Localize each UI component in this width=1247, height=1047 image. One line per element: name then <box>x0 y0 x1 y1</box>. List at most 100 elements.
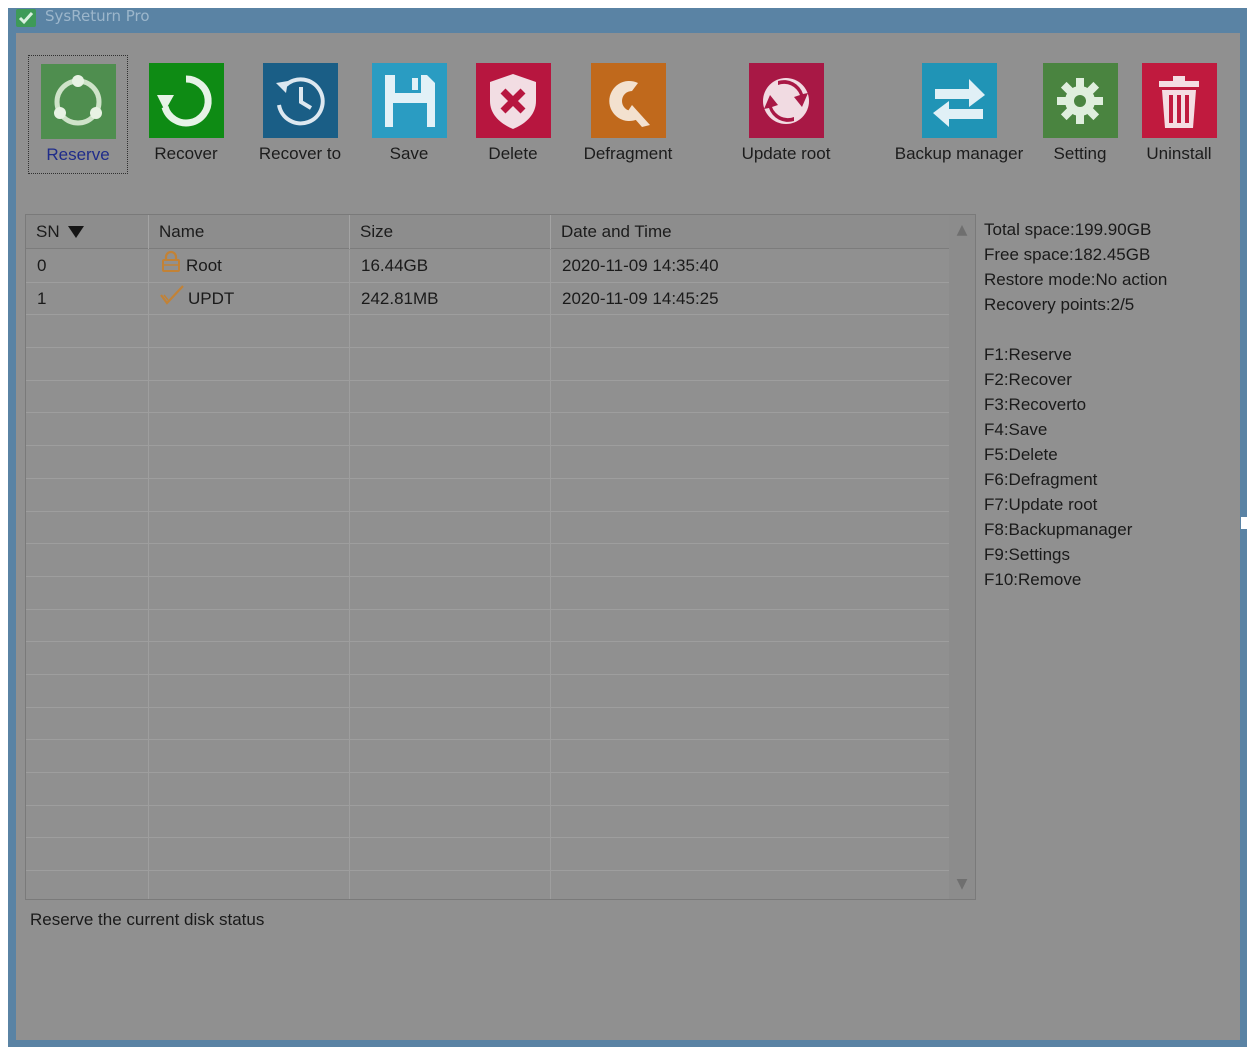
defragment-label: Defragment <box>583 144 673 163</box>
datetime-header-label: Date and Time <box>561 222 672 241</box>
save-button[interactable]: Save <box>359 55 459 164</box>
vertical-scrollbar[interactable]: ▲ ▼ <box>949 215 975 899</box>
size-cell: 16.44GB <box>350 250 551 283</box>
empty-row <box>26 413 949 447</box>
name-cell: Root <box>149 250 350 283</box>
sort-descending-icon <box>68 215 85 249</box>
backup-manager-label: Backup manager <box>894 144 1024 163</box>
recover-label: Recover <box>154 144 218 163</box>
recover-to-label: Recover to <box>258 144 342 163</box>
recover-to-button[interactable]: Recover to <box>248 55 352 164</box>
sn-cell: 1 <box>26 282 149 316</box>
sn-cell: 0 <box>26 250 149 283</box>
setting-button[interactable]: Setting <box>1030 55 1130 164</box>
recovery-points-table: SN Name Size Date and Time 0 Root 16.44G… <box>25 214 976 900</box>
reserve-button[interactable]: Reserve <box>28 55 128 174</box>
shortcut-f3: F3:Recoverto <box>984 395 1087 414</box>
update-root-button[interactable]: Update root <box>730 55 842 164</box>
row-name-label: UPDT <box>188 288 235 308</box>
toolbar: Reserve Recover Recover to Save Delete D… <box>16 33 1240 208</box>
backup-manager-button[interactable]: Backup manager <box>889 55 1029 164</box>
sn-header-label: SN <box>36 222 60 241</box>
name-cell: UPDT <box>149 282 350 316</box>
trash-icon <box>1141 63 1217 138</box>
recover-button[interactable]: Recover <box>136 55 236 164</box>
row-name-label: Root <box>186 256 222 275</box>
free-space-text: Free space:182.45GB <box>984 245 1151 264</box>
update-root-label: Update root <box>741 144 831 163</box>
save-label: Save <box>389 144 429 163</box>
setting-label: Setting <box>1053 144 1107 163</box>
empty-row <box>26 838 949 872</box>
empty-row <box>26 315 949 349</box>
shortcut-f10: F10:Remove <box>984 570 1082 589</box>
size-cell: 242.81MB <box>350 282 551 316</box>
empty-row <box>26 609 949 643</box>
shortcut-f8: F8:Backupmanager <box>984 520 1133 539</box>
client-area: Reserve Recover Recover to Save Delete D… <box>16 33 1240 1040</box>
reserve-icon <box>40 64 116 139</box>
name-header-label: Name <box>159 222 205 241</box>
scroll-up-arrow-icon[interactable]: ▲ <box>949 215 975 245</box>
resize-handle-right[interactable] <box>1241 517 1247 529</box>
shortcut-f2: F2:Recover <box>984 370 1072 389</box>
swap-arrows-icon <box>921 63 997 138</box>
empty-row <box>26 576 949 610</box>
empty-row <box>26 544 949 577</box>
empty-row <box>26 805 949 839</box>
delete-button[interactable]: Delete <box>463 55 563 164</box>
title-bar[interactable]: SysReturn Pro <box>8 7 1247 34</box>
checkmark-icon <box>160 283 184 316</box>
delete-label: Delete <box>488 144 538 163</box>
table-row[interactable]: 1 UPDT 242.81MB 2020-11-09 14:45:25 <box>26 282 949 316</box>
delete-shield-icon <box>475 63 551 138</box>
shortcut-f5: F5:Delete <box>984 445 1058 464</box>
empty-row <box>26 348 949 381</box>
resize-handle-left[interactable] <box>0 517 6 529</box>
uninstall-button[interactable]: Uninstall <box>1129 55 1229 164</box>
defragment-icon <box>590 63 666 138</box>
column-header-sn[interactable]: SN <box>26 215 149 249</box>
uninstall-label: Uninstall <box>1146 144 1212 163</box>
empty-row <box>26 642 949 675</box>
shortcut-f1: F1:Reserve <box>984 345 1072 364</box>
datetime-cell: 2020-11-09 14:35:40 <box>562 256 719 275</box>
size-header-label: Size <box>360 222 394 241</box>
app-window: SysReturn Pro Reserve Recover Recover to… <box>8 7 1247 1047</box>
table-body: 0 Root 16.44GB 2020-11-09 14:35:40 1 UPD… <box>26 250 949 899</box>
gear-icon <box>1042 63 1118 138</box>
table-row[interactable]: 0 Root 16.44GB 2020-11-09 14:35:40 <box>26 250 949 283</box>
save-icon <box>371 63 447 138</box>
empty-row <box>26 380 949 414</box>
datetime-cell: 2020-11-09 14:45:25 <box>562 288 719 308</box>
status-text: Reserve the current disk status <box>30 910 265 929</box>
shortcut-f6: F6:Defragment <box>984 470 1098 489</box>
empty-row <box>26 478 949 512</box>
shortcut-f7: F7:Update root <box>984 495 1098 514</box>
empty-row <box>26 446 949 479</box>
column-header-size[interactable]: Size <box>350 215 551 249</box>
empty-row <box>26 773 949 806</box>
total-space-text: Total space:199.90GB <box>984 220 1152 239</box>
empty-row <box>26 674 949 708</box>
scroll-down-arrow-icon[interactable]: ▼ <box>949 869 975 899</box>
window-title: SysReturn Pro <box>45 7 150 25</box>
empty-row <box>26 707 949 741</box>
empty-row <box>26 740 949 773</box>
disk-info-panel: Total space:199.90GB Free space:182.45GB… <box>984 217 1234 592</box>
shortcut-f4: F4:Save <box>984 420 1048 439</box>
column-header-name[interactable]: Name <box>149 215 350 249</box>
table-header: SN Name Size Date and Time <box>26 215 949 249</box>
shortcut-f9: F9:Settings <box>984 545 1070 564</box>
recovery-points-text: Recovery points:2/5 <box>984 295 1135 314</box>
column-header-datetime[interactable]: Date and Time <box>551 215 949 249</box>
empty-row <box>26 871 949 899</box>
empty-row <box>26 511 949 545</box>
app-check-icon <box>16 9 36 27</box>
defragment-button[interactable]: Defragment <box>572 55 684 164</box>
reserve-label: Reserve <box>46 145 110 164</box>
history-icon <box>262 63 338 138</box>
restore-mode-text: Restore mode:No action <box>984 270 1168 289</box>
recover-icon <box>148 63 224 138</box>
